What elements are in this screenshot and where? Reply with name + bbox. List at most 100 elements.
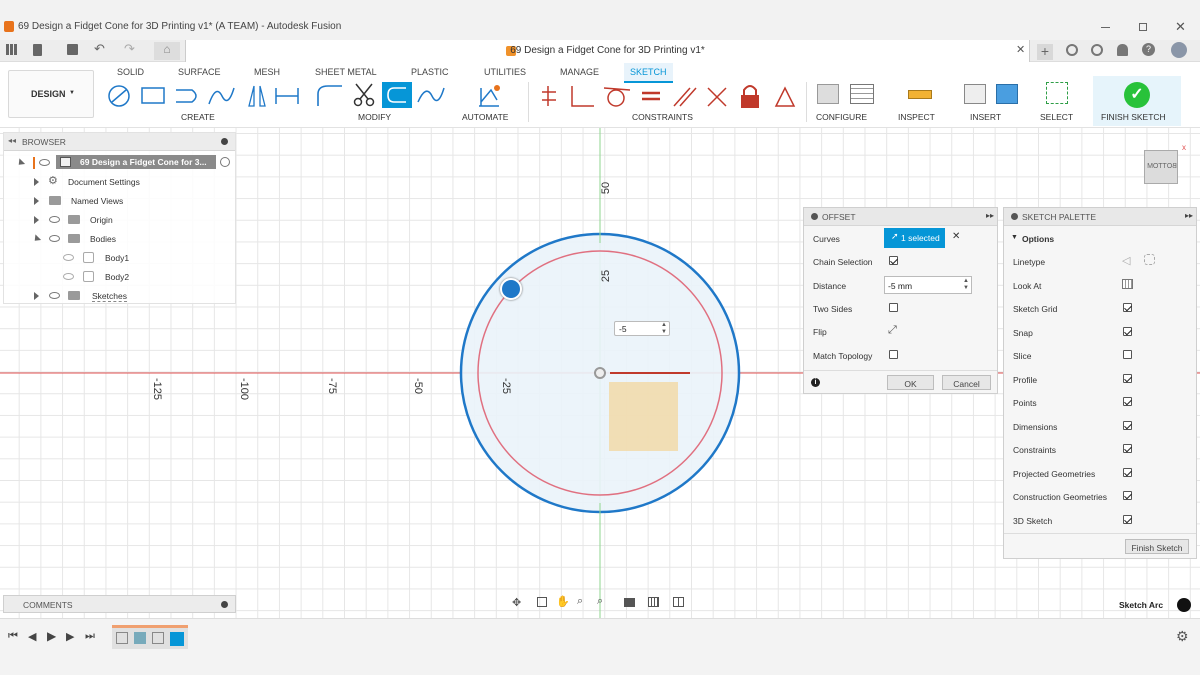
info-icon[interactable]: i [811,378,820,387]
projected-geometries-checkbox[interactable] [1123,468,1132,477]
dimensions-checkbox[interactable] [1123,421,1132,430]
expand-icon[interactable] [34,178,39,186]
clear-selection-icon[interactable]: ✕ [952,231,960,242]
collapse-icon[interactable] [31,234,42,244]
pan-hand-icon[interactable]: ✋ [556,595,570,608]
select-window-icon[interactable] [1046,82,1068,104]
expand-arrows-icon[interactable]: ▸▸ [1185,211,1193,220]
slice-checkbox[interactable] [1123,350,1132,359]
radio-activate-icon[interactable] [220,157,230,167]
timeline-current-sketch-icon[interactable] [170,632,184,646]
settings-gear-icon[interactable]: ⚙ [1176,628,1189,645]
undo-icon[interactable]: ↶ [94,41,105,57]
expand-icon[interactable] [34,292,39,300]
visibility-eye-icon[interactable] [49,216,60,223]
timeline-track[interactable] [112,625,188,649]
curves-selection-button[interactable]: ➚ 1 selected [884,228,945,248]
notifications-icon[interactable] [1117,44,1128,56]
finish-sketch-palette-button[interactable]: Finish Sketch [1125,539,1189,554]
insert-derive-icon[interactable] [964,84,986,104]
document-tab[interactable]: 69 Design a Fidget Cone for 3D Printing … [185,40,1030,62]
new-tab-icon[interactable]: + [1037,44,1053,60]
tab-surface[interactable]: SURFACE [178,67,221,77]
pin-icon[interactable] [221,138,228,145]
snap-checkbox[interactable] [1123,327,1132,336]
visibility-eye-icon[interactable] [49,235,60,242]
tree-item-named-views[interactable]: Named Views [4,192,235,210]
browser-header[interactable]: ◂◂ BROWSER [4,133,235,151]
finish-sketch-button[interactable]: ✓ FINISH SKETCH [1093,76,1181,126]
sketch-grid-checkbox[interactable] [1123,303,1132,312]
linetype-construction-icon[interactable]: ◁ [1122,254,1130,267]
orbit-icon[interactable]: ✥ [512,596,521,609]
close-window-icon[interactable]: ✕ [1175,19,1186,35]
visibility-eye-icon[interactable] [39,159,50,166]
step-forward-icon[interactable]: ▶ [66,630,74,643]
app-grid-icon[interactable] [6,44,17,55]
inspect-group-label[interactable]: INSPECT [898,112,935,122]
insert-group-label[interactable]: INSERT [970,112,1001,122]
display-settings-icon[interactable] [624,598,635,607]
tree-item-body2[interactable]: Body2 [4,268,235,286]
step-back-icon[interactable]: ◀ [28,630,36,643]
expand-icon[interactable] [34,216,39,224]
collapse-arrows-icon[interactable]: ◂◂ [8,136,16,145]
ok-button[interactable]: OK [887,375,934,390]
configure-table-icon[interactable] [850,84,874,104]
redo-icon[interactable]: ↷ [124,41,135,57]
sketch-palette-header[interactable]: SKETCH PALETTE ▸▸ [1004,208,1196,226]
pin-icon[interactable] [221,601,228,608]
constraints-group-label[interactable]: CONSTRAINTS [632,112,693,122]
configure-group-label[interactable]: CONFIGURE [816,112,867,122]
3d-sketch-checkbox[interactable] [1123,515,1132,524]
workspace-switcher[interactable]: DESIGN ▼ [8,70,94,118]
user-avatar[interactable] [1171,42,1187,58]
help-icon[interactable]: ? [1142,43,1155,56]
automate-tool-icon[interactable] [475,82,503,110]
dimension-input-box[interactable]: -5 ▲ ▼ [614,321,670,336]
match-topology-checkbox[interactable] [889,350,898,359]
timeline-sketch-icon[interactable] [116,632,128,644]
go-to-end-icon[interactable]: ⏭ [85,630,95,643]
visibility-eye-icon[interactable] [49,292,60,299]
insert-image-icon[interactable] [996,84,1018,104]
offset-dialog-header[interactable]: OFFSET ▸▸ [804,208,997,226]
tab-utilities[interactable]: UTILITIES [484,67,526,77]
tree-item-body1[interactable]: Body1 [4,249,235,267]
minimize-icon[interactable] [1101,27,1110,28]
tree-item-bodies[interactable]: Bodies [4,230,235,248]
maximize-icon[interactable] [1139,23,1147,31]
tab-solid[interactable]: SOLID [117,67,144,77]
tab-sketch[interactable]: SKETCH [624,63,673,83]
configure-icon[interactable] [817,84,839,104]
expand-arrows-icon[interactable]: ▸▸ [986,211,994,220]
browser-root-node[interactable]: 69 Design a Fidget Cone for 3... [4,154,235,172]
visibility-eye-icon[interactable] [63,273,74,280]
tree-item-document-settings[interactable]: ⚙ Document Settings [4,173,235,191]
distance-input[interactable]: -5 mm ▲ ▼ [884,276,972,294]
chain-selection-checkbox[interactable] [889,256,898,265]
go-to-start-icon[interactable]: ⏮ [8,630,18,643]
play-icon[interactable]: ▶ [47,629,56,643]
save-icon[interactable] [67,44,78,55]
extensions-icon[interactable] [1066,44,1078,56]
look-at-nav-icon[interactable] [537,597,547,607]
flip-icon[interactable]: ⤢ [888,324,897,337]
options-section-label[interactable]: Options [1022,234,1054,244]
home-icon[interactable]: ⌂ [154,42,180,60]
timeline-body-icon[interactable] [134,632,146,644]
automate-group-label[interactable]: AUTOMATE [462,112,508,122]
create-group-label[interactable]: CREATE [181,112,215,122]
look-at-icon[interactable] [1122,279,1133,289]
view-cube[interactable]: BOTTOM [1144,150,1178,184]
cancel-button[interactable]: Cancel [942,375,991,390]
linetype-centerline-icon[interactable] [1144,254,1155,265]
zoom-window-icon[interactable]: ⌕ [597,595,603,608]
spinner-icon[interactable]: ▲ ▼ [963,278,969,292]
select-group-label[interactable]: SELECT [1040,112,1073,122]
grid-settings-icon[interactable] [648,597,659,607]
viewports-icon[interactable] [673,597,684,607]
construction-geometries-checkbox[interactable] [1123,491,1132,500]
visibility-eye-icon[interactable] [63,254,74,261]
timeline-component-icon[interactable] [152,632,164,644]
